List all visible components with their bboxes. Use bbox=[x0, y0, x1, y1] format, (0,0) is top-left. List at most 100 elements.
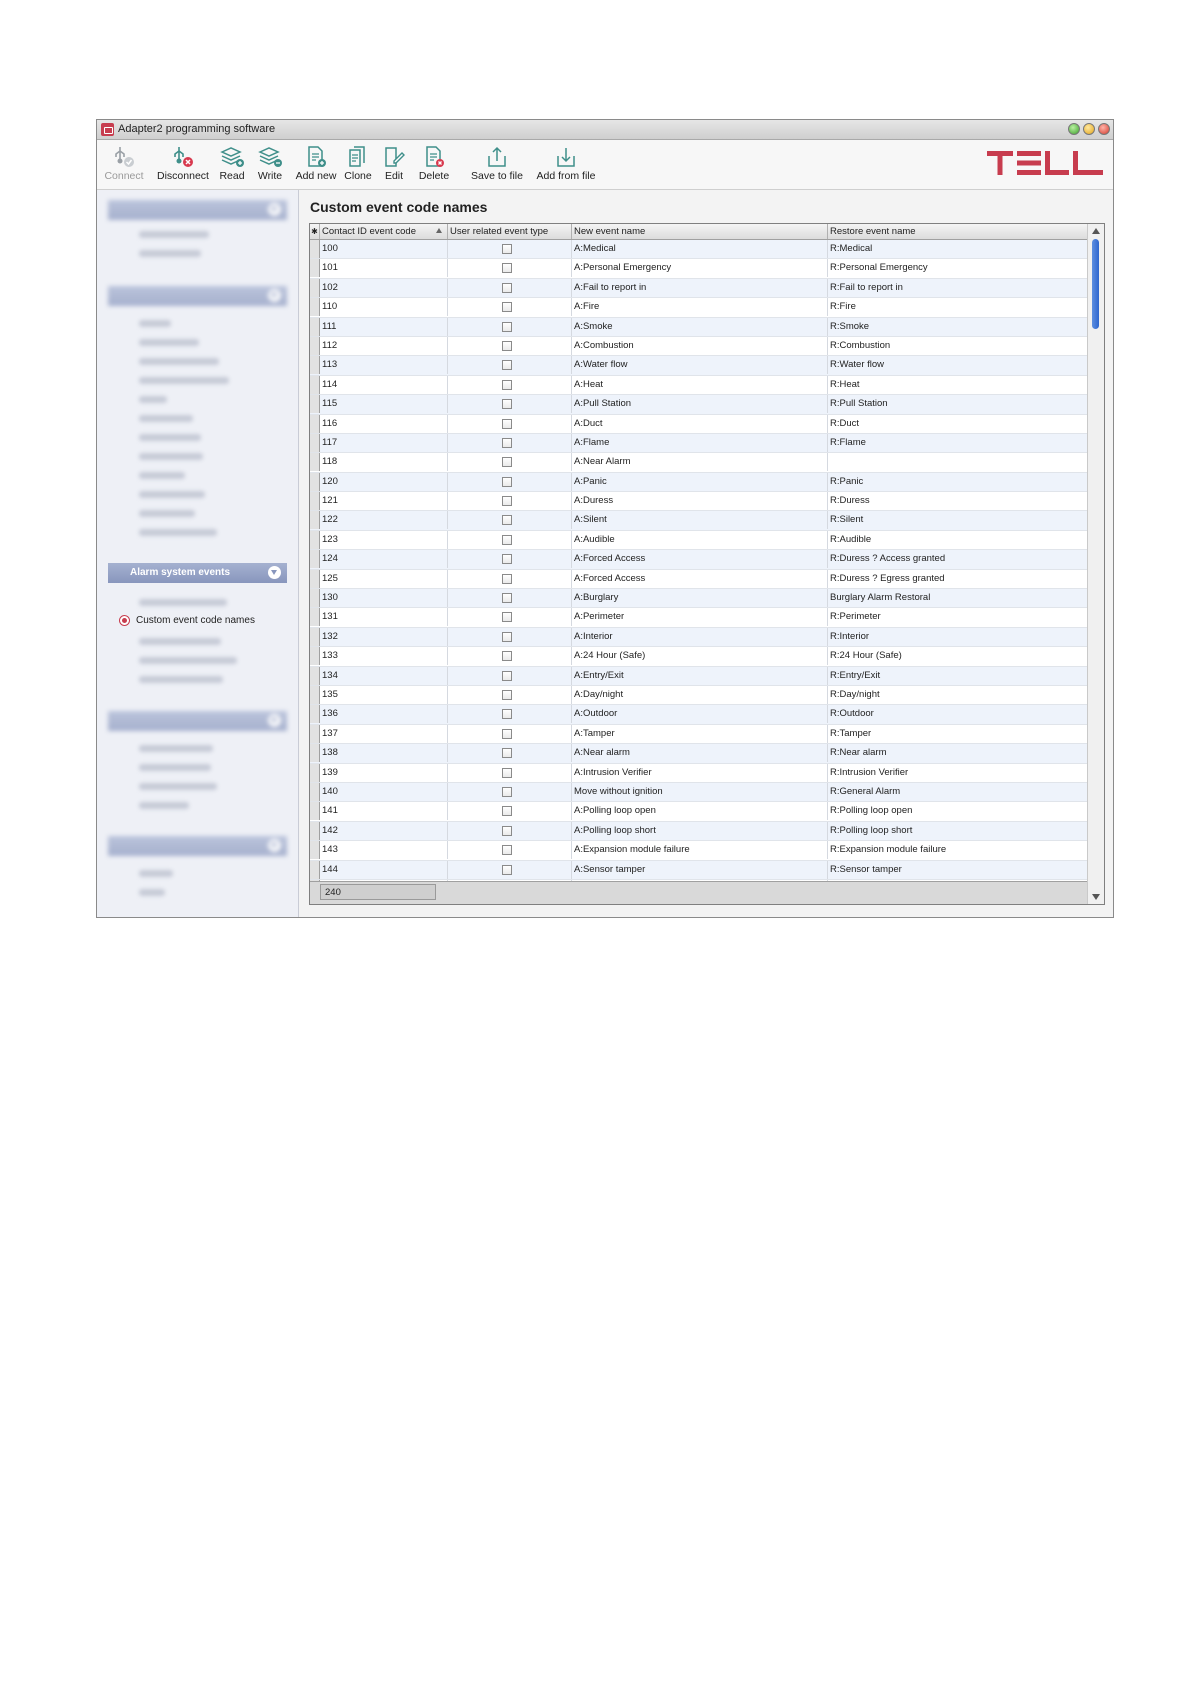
cell-new-event-name[interactable]: A:Audible bbox=[572, 530, 828, 549]
close-button[interactable] bbox=[1098, 123, 1110, 135]
user-related-checkbox[interactable] bbox=[502, 476, 512, 487]
cell-restore-event-name[interactable]: R:Perimeter bbox=[828, 608, 1089, 626]
sidebar-item[interactable] bbox=[139, 377, 229, 384]
cell-restore-event-name[interactable]: R:Interior bbox=[828, 628, 1089, 646]
cell-contact-id[interactable]: 124 bbox=[320, 550, 448, 569]
sidebar-section-alarm-system-events[interactable]: Alarm system events bbox=[108, 563, 287, 583]
cell-restore-event-name[interactable]: R:Duress bbox=[828, 492, 1089, 510]
sidebar-item[interactable] bbox=[139, 745, 213, 752]
cell-contact-id[interactable]: 130 bbox=[320, 589, 448, 608]
user-related-checkbox[interactable] bbox=[502, 845, 512, 856]
cell-contact-id[interactable]: 135 bbox=[320, 685, 448, 704]
cell-new-event-name[interactable]: A:Combustion bbox=[572, 336, 828, 355]
cell-new-event-name[interactable]: A:Day/night bbox=[572, 685, 828, 704]
user-related-checkbox[interactable] bbox=[502, 379, 512, 390]
cell-contact-id[interactable]: 102 bbox=[320, 278, 448, 297]
row-selector[interactable] bbox=[310, 453, 320, 472]
add-from-file-button[interactable]: Add from file bbox=[533, 142, 599, 186]
sidebar-item[interactable] bbox=[139, 599, 227, 606]
cell-new-event-name[interactable]: A:Expansion module failure bbox=[572, 841, 828, 860]
user-related-checkbox[interactable] bbox=[502, 806, 512, 817]
write-button[interactable]: Write bbox=[252, 142, 288, 186]
cell-restore-event-name[interactable]: R:Intrusion Verifier bbox=[828, 764, 1089, 782]
cell-new-event-name[interactable]: A:Water flow bbox=[572, 356, 828, 375]
row-selector[interactable] bbox=[310, 802, 320, 821]
cell-new-event-name[interactable]: A:Near Alarm bbox=[572, 453, 828, 472]
cell-new-event-name[interactable]: A:Polling loop short bbox=[572, 821, 828, 840]
table-row[interactable]: 114 A:Heat R:Heat bbox=[310, 375, 1089, 396]
table-row[interactable]: 141 A:Polling loop open R:Polling loop ope… bbox=[310, 802, 1089, 822]
row-selector[interactable] bbox=[310, 395, 320, 414]
cell-restore-event-name[interactable]: R:Duress ? Access granted bbox=[828, 550, 1089, 568]
user-related-checkbox[interactable] bbox=[502, 457, 512, 468]
sidebar-item[interactable] bbox=[139, 231, 209, 238]
add-new-button[interactable]: Add new bbox=[294, 142, 338, 186]
table-row[interactable]: 123 A:Audible R:Audible bbox=[310, 530, 1089, 551]
column-header-user-related[interactable]: User related event type bbox=[448, 224, 572, 239]
cell-restore-event-name[interactable]: R:Tamper bbox=[828, 725, 1089, 743]
cell-restore-event-name[interactable]: R:Medical bbox=[828, 240, 1089, 258]
user-related-checkbox[interactable] bbox=[502, 670, 512, 681]
cell-new-event-name[interactable]: A:Outdoor bbox=[572, 705, 828, 724]
sidebar-item[interactable] bbox=[139, 529, 217, 536]
user-related-checkbox[interactable] bbox=[502, 282, 512, 293]
table-row[interactable]: 121 A:Duress R:Duress bbox=[310, 492, 1089, 512]
table-row[interactable]: 138 A:Near alarm R:Near alarm bbox=[310, 744, 1089, 764]
cell-contact-id[interactable]: 134 bbox=[320, 666, 448, 685]
row-selector[interactable] bbox=[310, 550, 320, 569]
user-related-checkbox[interactable] bbox=[502, 340, 512, 351]
user-related-checkbox[interactable] bbox=[502, 302, 512, 313]
edit-button[interactable]: Edit bbox=[379, 142, 409, 186]
table-row[interactable]: 134 A:Entry/Exit R:Entry/Exit bbox=[310, 666, 1089, 686]
user-related-checkbox[interactable] bbox=[502, 709, 512, 720]
sidebar-item[interactable] bbox=[139, 320, 171, 327]
cell-contact-id[interactable]: 137 bbox=[320, 724, 448, 743]
cell-contact-id[interactable]: 138 bbox=[320, 744, 448, 763]
cell-contact-id[interactable]: 142 bbox=[320, 821, 448, 840]
user-related-checkbox[interactable] bbox=[502, 437, 512, 448]
cell-contact-id[interactable]: 136 bbox=[320, 705, 448, 724]
cell-restore-event-name[interactable]: R:Fail to report in bbox=[828, 279, 1089, 297]
cell-restore-event-name[interactable]: R:Water flow bbox=[828, 356, 1089, 374]
cell-restore-event-name[interactable]: R:Personal Emergency bbox=[828, 259, 1089, 277]
clone-button[interactable]: Clone bbox=[341, 142, 375, 186]
cell-new-event-name[interactable]: A:Interior bbox=[572, 627, 828, 646]
table-row[interactable]: 122 A:Silent R:Silent bbox=[310, 511, 1089, 531]
user-related-checkbox[interactable] bbox=[502, 728, 512, 739]
row-selector[interactable] bbox=[310, 569, 320, 588]
row-selector[interactable] bbox=[310, 414, 320, 433]
cell-new-event-name[interactable]: A:Sensor tamper bbox=[572, 860, 828, 879]
row-selector[interactable] bbox=[310, 375, 320, 394]
cell-restore-event-name[interactable]: R:Smoke bbox=[828, 318, 1089, 336]
cell-contact-id[interactable]: 101 bbox=[320, 259, 448, 278]
cell-new-event-name[interactable]: A:Intrusion Verifier bbox=[572, 763, 828, 782]
cell-restore-event-name[interactable]: R:Duress ? Egress granted bbox=[828, 570, 1089, 588]
cell-contact-id[interactable]: 133 bbox=[320, 647, 448, 666]
cell-new-event-name[interactable]: A:Fail to report in bbox=[572, 278, 828, 297]
table-row[interactable]: 140 Move without ignition R:General Alarm bbox=[310, 782, 1089, 803]
cell-contact-id[interactable]: 131 bbox=[320, 608, 448, 627]
row-selector[interactable] bbox=[310, 336, 320, 355]
user-related-checkbox[interactable] bbox=[502, 786, 512, 797]
cell-restore-event-name[interactable]: R:Panic bbox=[828, 473, 1089, 491]
cell-contact-id[interactable]: 122 bbox=[320, 511, 448, 530]
row-selector[interactable] bbox=[310, 782, 320, 801]
cell-new-event-name[interactable]: A:Tamper bbox=[572, 724, 828, 743]
cell-restore-event-name[interactable]: R:Sensor tamper bbox=[828, 861, 1089, 879]
cell-contact-id[interactable]: 116 bbox=[320, 414, 448, 433]
row-selector[interactable] bbox=[310, 647, 320, 666]
table-row[interactable]: 132 A:Interior R:Interior bbox=[310, 627, 1089, 648]
scroll-thumb[interactable] bbox=[1092, 239, 1099, 329]
table-row[interactable]: 144 A:Sensor tamper R:Sensor tamper bbox=[310, 860, 1089, 880]
sidebar-item[interactable] bbox=[139, 491, 205, 498]
cell-new-event-name[interactable]: A:24 Hour (Safe) bbox=[572, 647, 828, 666]
cell-new-event-name[interactable]: A:Fire bbox=[572, 298, 828, 317]
cell-new-event-name[interactable]: Move without ignition bbox=[572, 782, 828, 801]
table-row[interactable]: 139 A:Intrusion Verifier R:Intrusion Verif… bbox=[310, 763, 1089, 783]
sidebar-item[interactable] bbox=[139, 870, 173, 877]
table-row[interactable]: 112 A:Combustion R:Combustion bbox=[310, 336, 1089, 357]
cell-new-event-name[interactable]: A:Personal Emergency bbox=[572, 259, 828, 278]
minimize-button[interactable] bbox=[1083, 123, 1095, 135]
read-button[interactable]: Read bbox=[215, 142, 249, 186]
row-selector[interactable] bbox=[310, 724, 320, 743]
